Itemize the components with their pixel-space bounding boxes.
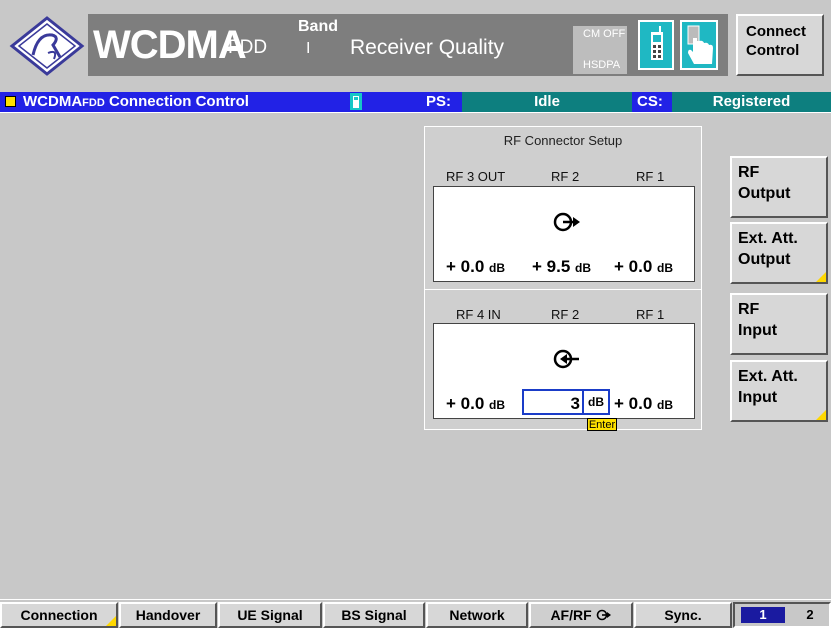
input-connector-rf4in: RF 4 IN <box>456 307 501 322</box>
connect-control-button[interactable]: Connect Control <box>736 14 824 76</box>
tab-ue-signal[interactable]: UE Signal <box>218 602 322 628</box>
output-value-rf2: + 9.5 dB <box>532 257 592 276</box>
rohde-schwarz-logo <box>8 15 86 77</box>
ext-att-input-line2: Input <box>738 389 778 406</box>
rf-connector-icon <box>596 609 611 621</box>
ext-att-input-line1: Ext. Att. <box>738 368 798 385</box>
input-rf2-unit: dB <box>582 391 608 413</box>
rf-output-icon <box>553 212 580 232</box>
input-attenuation-panel: + 0.0 dB 3 dB + 0.0 dB <box>433 323 695 419</box>
ps-label: PS: <box>426 93 452 110</box>
rf-input-line2: Input <box>738 322 778 339</box>
rf-input-icon <box>553 349 579 369</box>
enter-hint: Enter <box>587 418 617 431</box>
cm-off-label: CM OFF <box>583 28 626 40</box>
input-rf2-attenuation-field[interactable]: 3 dB <box>522 389 610 415</box>
output-value-rf1: + 0.0 dB <box>614 257 674 276</box>
tab-handover[interactable]: Handover <box>119 602 217 628</box>
submenu-indicator-icon <box>816 272 826 282</box>
status-bar: WCDMAFDD Connection Control PS: Idle CS:… <box>0 92 831 112</box>
tab-af-rf-label: AF/RF <box>550 607 592 623</box>
menu-indicator-icon[interactable] <box>5 96 16 107</box>
tab-network[interactable]: Network <box>426 602 528 628</box>
cm-status-indicator: CM OFF HSDPA <box>573 26 627 74</box>
output-connector-rf2: RF 2 <box>551 169 580 184</box>
tab-sync[interactable]: Sync. <box>634 602 732 628</box>
title-wcdma: WCDMA <box>23 93 83 110</box>
small-phone-icon <box>350 93 362 110</box>
cs-label: CS: <box>637 93 663 110</box>
hand-touch-button[interactable] <box>680 20 718 70</box>
page-selector: 1 2 <box>733 602 831 628</box>
title-fdd: FDD <box>82 97 105 109</box>
input-value-rf2: 3 <box>570 394 580 413</box>
input-value-rf4in: + 0.0 dB <box>446 394 506 413</box>
ext-att-output-line2: Output <box>738 251 791 268</box>
input-connector-rf2: RF 2 <box>551 307 580 322</box>
ext-att-input-button[interactable]: Ext. Att. Input <box>730 360 828 422</box>
rf-output-button[interactable]: RF Output <box>730 156 828 218</box>
connect-control-line2: Control <box>746 42 800 59</box>
tab-connection[interactable]: Connection <box>0 602 118 628</box>
title-rest: Connection Control <box>108 93 249 110</box>
submenu-indicator-icon <box>816 410 826 420</box>
mobile-phone-button[interactable] <box>638 20 674 70</box>
rf-output-line2: Output <box>738 185 791 202</box>
output-connector-rf3out: RF 3 OUT <box>446 169 506 184</box>
ps-status-value: Idle <box>462 92 632 112</box>
product-name: WCDMA <box>93 23 247 67</box>
connection-control-title: WCDMAFDD Connection Control <box>23 93 249 112</box>
rf-input-button[interactable]: RF Input <box>730 293 828 355</box>
input-connector-rf1: RF 1 <box>636 307 665 322</box>
hand-pointer-icon <box>687 25 713 64</box>
submenu-indicator-icon <box>106 616 116 626</box>
input-value-rf1: + 0.0 dB <box>614 394 674 413</box>
cs-status-value: Registered <box>672 92 831 112</box>
band-label: Band <box>298 18 338 35</box>
connect-control-line1: Connect <box>746 23 806 40</box>
hsdpa-label: HSDPA <box>583 59 621 71</box>
title-bar: WCDMA FDD Band I Receiver Quality CM OFF… <box>88 14 728 76</box>
output-connector-rf1: RF 1 <box>636 169 665 184</box>
rf-input-line1: RF <box>738 301 760 318</box>
output-value-rf3out: + 0.0 dB <box>446 257 506 276</box>
mobile-phone-icon <box>651 26 663 60</box>
page-2-indicator[interactable]: 2 <box>791 607 829 623</box>
output-attenuation-panel: + 0.0 dB + 9.5 dB + 0.0 dB <box>433 186 695 282</box>
mode-title: Receiver Quality <box>350 36 505 59</box>
section-divider <box>425 289 701 290</box>
rf-connector-setup-title: RF Connector Setup <box>503 133 623 148</box>
page-1-indicator[interactable]: 1 <box>741 607 785 623</box>
ext-att-output-line1: Ext. Att. <box>738 230 798 247</box>
product-sub: FDD <box>228 37 268 58</box>
tab-bs-signal[interactable]: BS Signal <box>323 602 425 628</box>
band-value: I <box>306 40 311 57</box>
ext-att-output-button[interactable]: Ext. Att. Output <box>730 222 828 284</box>
rf-output-line1: RF <box>738 164 760 181</box>
tab-af-rf[interactable]: AF/RF <box>529 602 633 628</box>
